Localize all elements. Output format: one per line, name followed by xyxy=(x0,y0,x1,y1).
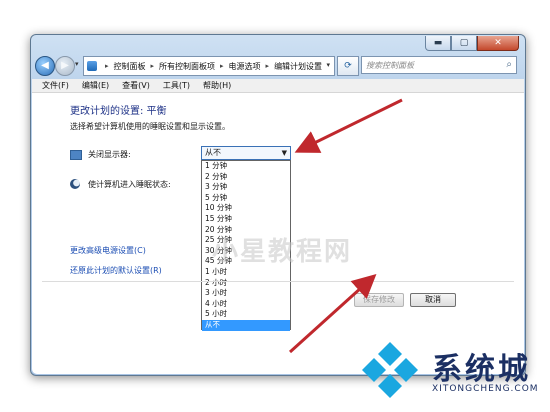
brand-logo-icon xyxy=(362,342,418,398)
brand-name: 系统城 xyxy=(432,352,531,387)
arrow-to-dropdown xyxy=(294,98,403,153)
brand-url: XITONGCHENG.COM xyxy=(432,384,539,394)
brand-logo-block: 系统城 XITONGCHENG.COM xyxy=(360,338,550,408)
